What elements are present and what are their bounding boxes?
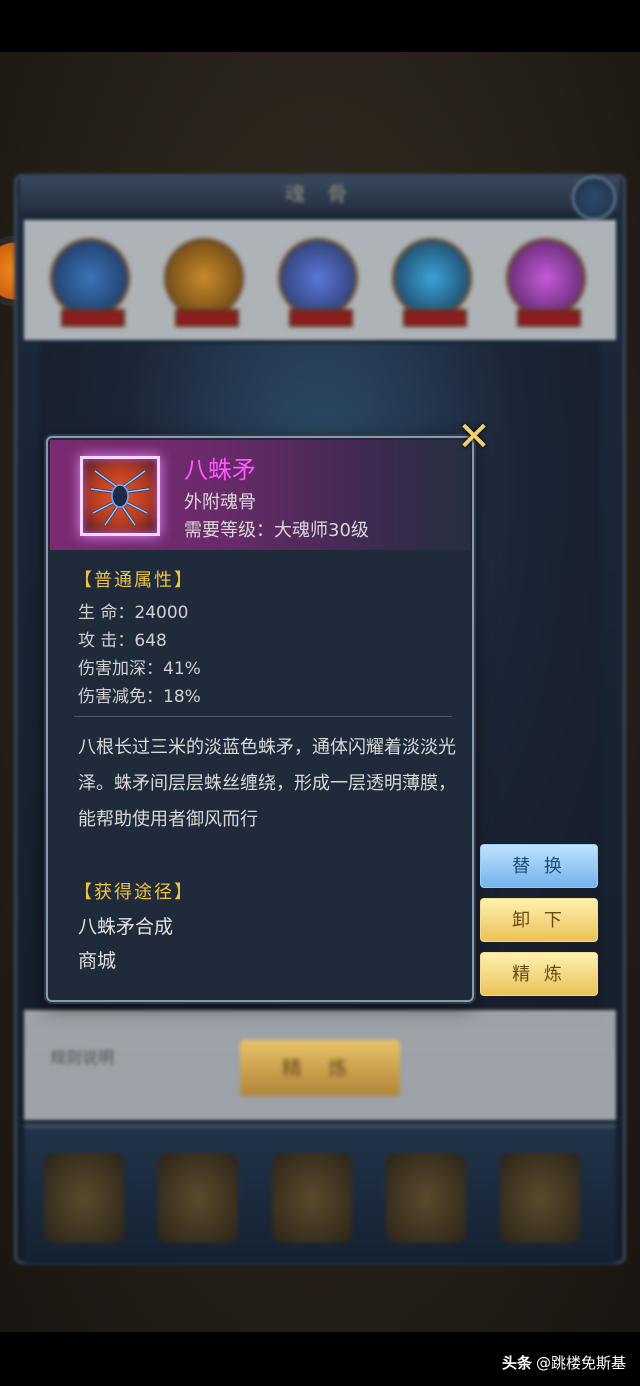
replace-button[interactable]: 替 换 <box>480 844 598 888</box>
watermark: 头条 @跳楼免斯基 <box>502 1352 626 1373</box>
watermark-brand: 头条 <box>501 1354 532 1372</box>
nav-item[interactable] <box>500 1153 580 1243</box>
nav-item[interactable] <box>386 1153 466 1243</box>
stats-title: 【普通属性】 <box>74 570 194 591</box>
item-name: 八蛛矛 <box>184 456 256 484</box>
item-description: 八根长过三米的淡蓝色蛛矛，通体闪耀着淡淡光泽。蛛矛间层层蛛丝缠绕，形成一层透明薄… <box>78 737 456 830</box>
source-item: 八蛛矛合成 <box>78 916 174 938</box>
rule-description-link[interactable]: 规则说明 <box>50 1044 114 1068</box>
nav-back-button[interactable] <box>44 1153 124 1243</box>
stat-label: 伤害减免： <box>78 687 163 707</box>
stat-label: 伤害加深： <box>78 659 163 679</box>
level-requirement: 需要等级：大魂师30级 <box>184 520 369 541</box>
window-title: 魂 骨 <box>20 176 620 212</box>
item-detail-popup: 八蛛矛 外附魂骨 需要等级：大魂师30级 【普通属性】 生 命：24000 攻 … <box>46 436 474 1002</box>
stat-value: 24000 <box>134 603 189 623</box>
bone-slot[interactable] <box>392 238 472 327</box>
stat-row: 伤害加深：41% <box>78 654 201 679</box>
bone-slot[interactable] <box>164 238 244 327</box>
close-icon[interactable]: ✕ <box>456 417 492 457</box>
bottom-nav <box>24 1124 616 1264</box>
bone-slot[interactable] <box>50 238 130 327</box>
spider-spear-icon <box>80 456 160 536</box>
window-close-icon[interactable] <box>572 176 616 220</box>
watermark-author: @跳楼免斯基 <box>535 1354 626 1372</box>
bone-slot[interactable] <box>506 238 586 327</box>
item-header: 八蛛矛 外附魂骨 需要等级：大魂师30级 <box>50 440 470 550</box>
bone-slot[interactable] <box>278 238 358 327</box>
source-item: 商城 <box>78 950 117 972</box>
bone-slot-list <box>50 238 610 328</box>
stat-row: 伤害减免：18% <box>78 682 201 707</box>
item-type: 外附魂骨 <box>184 492 256 513</box>
refine-button[interactable]: 精 炼 <box>480 952 598 996</box>
divider <box>74 716 452 717</box>
stat-row: 攻 击：648 <box>78 626 167 651</box>
stat-label: 攻 击： <box>78 631 135 651</box>
nav-item[interactable] <box>158 1153 238 1243</box>
stat-row: 生 命：24000 <box>78 598 189 623</box>
stat-label: 生 命： <box>78 603 135 623</box>
unload-button[interactable]: 卸 下 <box>480 898 598 942</box>
stat-value: 648 <box>134 631 167 651</box>
nav-item[interactable] <box>272 1153 352 1243</box>
source-title: 【获得途径】 <box>74 882 194 903</box>
background-refine-button[interactable]: 精 炼 <box>240 1040 400 1096</box>
stat-value: 18% <box>163 687 201 707</box>
stat-value: 41% <box>163 659 201 679</box>
